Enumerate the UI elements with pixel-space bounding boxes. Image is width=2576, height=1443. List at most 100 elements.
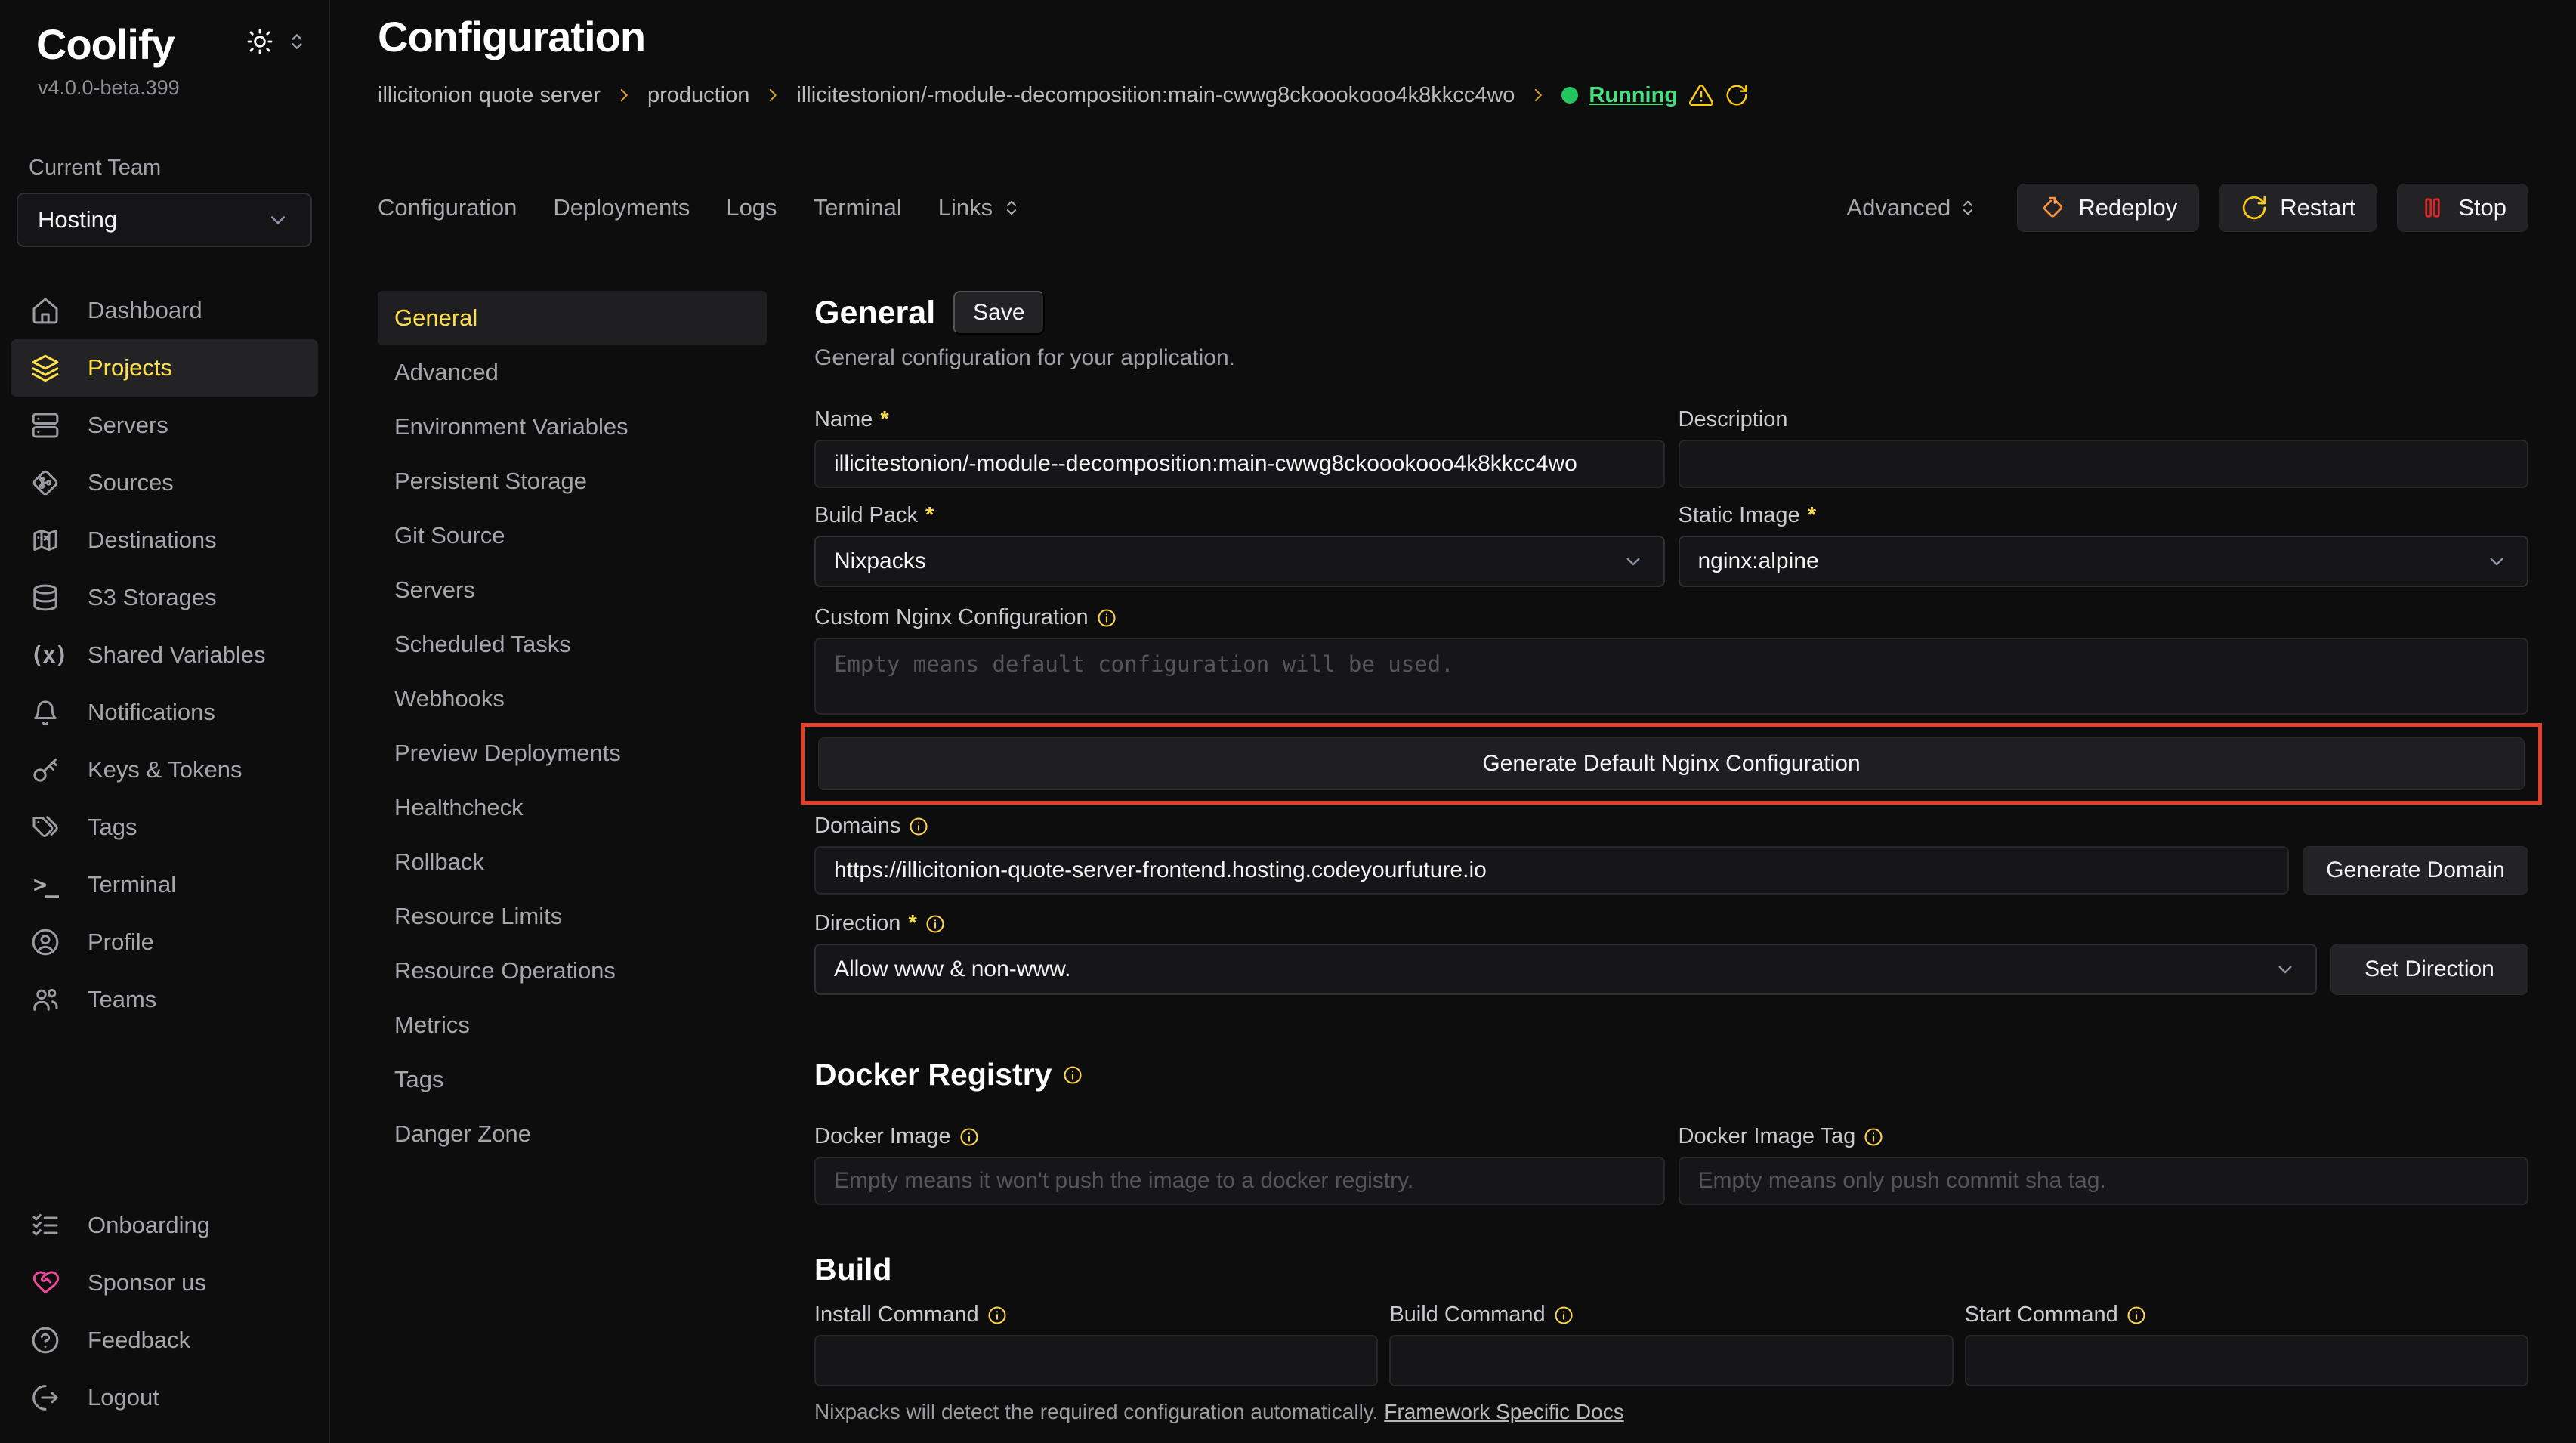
subnav-resource-operations[interactable]: Resource Operations: [378, 944, 767, 998]
description-input[interactable]: [1679, 440, 2529, 488]
subnav-webhooks[interactable]: Webhooks: [378, 672, 767, 726]
tab-deployments[interactable]: Deployments: [553, 194, 690, 221]
sidebar-item-notifications[interactable]: Notifications: [11, 684, 318, 741]
framework-docs-link[interactable]: Framework Specific Docs: [1384, 1400, 1623, 1423]
subnav-metrics[interactable]: Metrics: [378, 998, 767, 1052]
start-command-input[interactable]: [1965, 1335, 2528, 1386]
sidebar-item-teams[interactable]: Teams: [11, 971, 318, 1028]
warning-icon: [1688, 82, 1714, 108]
subnav-environment-variables[interactable]: Environment Variables: [378, 400, 767, 454]
subnav-general[interactable]: General: [378, 291, 767, 345]
sidebar-item-s3-storages[interactable]: S3 Storages: [11, 569, 318, 626]
install-command-input[interactable]: [814, 1335, 1378, 1386]
subnav-advanced[interactable]: Advanced: [378, 345, 767, 400]
domains-input[interactable]: [814, 846, 2289, 895]
direction-select[interactable]: Allow www & non-www.: [814, 944, 2317, 995]
subnav-persistent-storage[interactable]: Persistent Storage: [378, 454, 767, 508]
sidebar-item-sponsor-us[interactable]: Sponsor us: [11, 1254, 318, 1312]
theme-toggle-sun-icon[interactable]: [246, 27, 274, 56]
terminal-icon: >_: [30, 872, 60, 898]
restart-icon: [2241, 194, 2268, 221]
subnav-servers[interactable]: Servers: [378, 563, 767, 617]
breadcrumb: illicitonion quote server production ill…: [378, 82, 2528, 108]
sidebar-item-tags[interactable]: Tags: [11, 799, 318, 856]
breadcrumb-environment[interactable]: production: [647, 83, 749, 108]
sidebar-item-servers[interactable]: Servers: [11, 397, 318, 454]
app-version: v4.0.0-beta.399: [11, 69, 318, 100]
status-indicator: Running: [1561, 82, 1749, 108]
subnav-rollback[interactable]: Rollback: [378, 835, 767, 889]
tab-configuration[interactable]: Configuration: [378, 194, 517, 221]
app-window: Coolify v4.0.0-beta.399 Current Team Hos…: [0, 0, 2576, 1443]
tags-icon: [30, 812, 60, 842]
info-icon[interactable]: [1863, 1126, 1884, 1148]
sidebar-item-dashboard[interactable]: Dashboard: [11, 282, 318, 339]
tab-links[interactable]: Links: [938, 194, 1023, 221]
generate-domain-button[interactable]: Generate Domain: [2303, 846, 2528, 895]
sidebar-item-keys-tokens[interactable]: Keys & Tokens: [11, 741, 318, 799]
key-icon: [30, 755, 60, 785]
nginx-config-textarea[interactable]: [814, 638, 2528, 715]
sidebar-item-shared-variables[interactable]: (x) Shared Variables: [11, 626, 318, 684]
subnav-tags[interactable]: Tags: [378, 1052, 767, 1107]
tab-terminal[interactable]: Terminal: [814, 194, 902, 221]
breadcrumb-project[interactable]: illicitonion quote server: [378, 83, 601, 108]
tabs-row: Configuration Deployments Logs Terminal …: [378, 184, 2528, 232]
name-input[interactable]: [814, 440, 1665, 488]
info-icon[interactable]: [908, 816, 929, 837]
home-icon: [30, 295, 60, 326]
theme-chevrons-icon[interactable]: [285, 29, 309, 54]
advanced-dropdown[interactable]: Advanced: [1846, 194, 1979, 221]
save-button[interactable]: Save: [953, 291, 1044, 335]
subnav-preview-deployments[interactable]: Preview Deployments: [378, 726, 767, 780]
sidebar-item-projects[interactable]: Projects: [11, 339, 318, 397]
sidebar-item-sources[interactable]: Sources: [11, 454, 318, 511]
info-icon[interactable]: [959, 1126, 980, 1148]
static-image-select[interactable]: nginx:alpine: [1679, 536, 2529, 587]
chevrons-up-down-icon: [1000, 196, 1023, 219]
git-icon: [30, 468, 60, 498]
subnav-scheduled-tasks[interactable]: Scheduled Tasks: [378, 617, 767, 672]
domains-label: Domains: [814, 814, 2528, 839]
subnav-resource-limits[interactable]: Resource Limits: [378, 889, 767, 944]
sidebar-item-terminal[interactable]: >_ Terminal: [11, 856, 318, 913]
build-heading: Build: [814, 1252, 891, 1287]
info-icon[interactable]: [1553, 1305, 1574, 1326]
info-icon[interactable]: [925, 913, 946, 935]
map-icon: [30, 525, 60, 555]
subnav-danger-zone[interactable]: Danger Zone: [378, 1107, 767, 1161]
info-icon[interactable]: [1096, 607, 1117, 629]
subnav-healthcheck[interactable]: Healthcheck: [378, 780, 767, 835]
restart-button[interactable]: Restart: [2219, 184, 2377, 232]
sidebar-item-profile[interactable]: Profile: [11, 913, 318, 971]
info-icon[interactable]: [1062, 1064, 1083, 1086]
heart-icon: [30, 1268, 60, 1298]
chevron-right-icon: [763, 85, 783, 105]
info-icon[interactable]: [987, 1305, 1008, 1326]
status-running-link[interactable]: Running: [1589, 83, 1678, 108]
redeploy-button[interactable]: Redeploy: [2017, 184, 2199, 232]
server-icon: [30, 410, 60, 440]
generate-nginx-config-button[interactable]: Generate Default Nginx Configuration: [818, 737, 2525, 790]
sidebar-item-feedback[interactable]: Feedback: [11, 1312, 318, 1369]
tab-logs[interactable]: Logs: [726, 194, 777, 221]
refresh-status-icon[interactable]: [1725, 83, 1749, 107]
subnav-git-source[interactable]: Git Source: [378, 508, 767, 563]
team-select[interactable]: Hosting: [17, 193, 312, 247]
sidebar-item-destinations[interactable]: Destinations: [11, 511, 318, 569]
docker-image-input[interactable]: [814, 1157, 1665, 1205]
required-asterisk: *: [1808, 503, 1816, 528]
sidebar-item-logout[interactable]: Logout: [11, 1369, 318, 1426]
build-command-input[interactable]: [1389, 1335, 1953, 1386]
breadcrumb-application[interactable]: illicitestonion/-module--decomposition:m…: [796, 83, 1515, 108]
chevron-down-icon: [2485, 549, 2509, 573]
build-pack-select[interactable]: Nixpacks: [814, 536, 1665, 587]
stop-button[interactable]: Stop: [2397, 184, 2528, 232]
chevron-down-icon: [2273, 957, 2297, 981]
logout-icon: [30, 1383, 60, 1413]
set-direction-button[interactable]: Set Direction: [2330, 944, 2528, 995]
build-command-label: Build Command: [1389, 1302, 1953, 1327]
info-icon[interactable]: [2126, 1305, 2147, 1326]
docker-image-tag-input[interactable]: [1679, 1157, 2529, 1205]
sidebar-item-onboarding[interactable]: Onboarding: [11, 1197, 318, 1254]
